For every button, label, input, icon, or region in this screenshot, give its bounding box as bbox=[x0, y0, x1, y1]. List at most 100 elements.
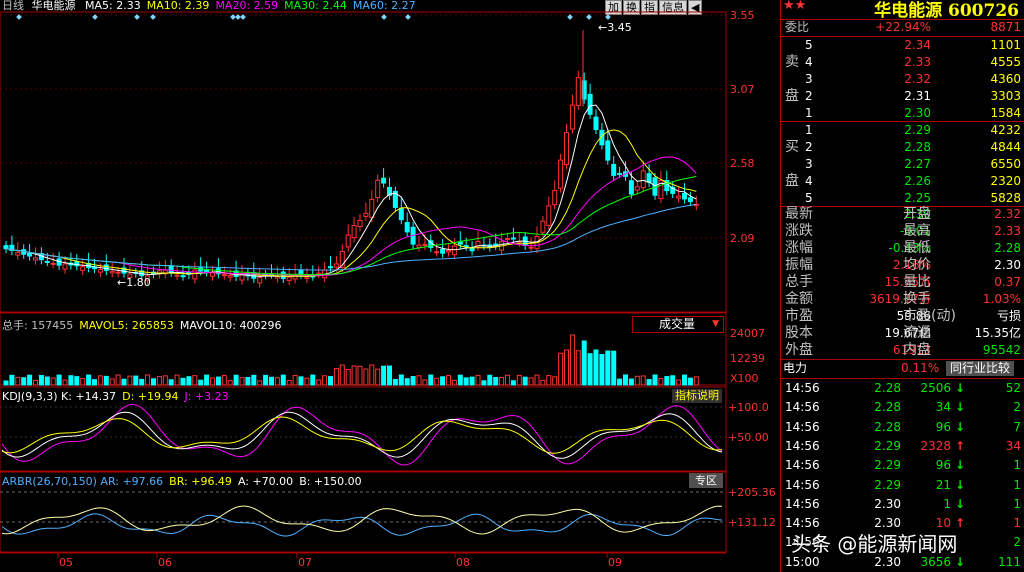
arrow-down-icon: ↓ bbox=[955, 477, 966, 492]
volume-bar bbox=[115, 374, 121, 386]
volume-bar bbox=[593, 349, 599, 386]
volume-bar bbox=[558, 352, 564, 386]
candle-body bbox=[634, 186, 640, 191]
volume-bar bbox=[286, 379, 292, 386]
bid-price: 2.26 bbox=[904, 174, 931, 188]
tick-count: 34 bbox=[1005, 438, 1021, 453]
volume-bar bbox=[416, 375, 422, 386]
bid-price: 2.25 bbox=[904, 191, 931, 205]
tick-count: 7 bbox=[1013, 419, 1021, 434]
volume-bar bbox=[97, 375, 103, 386]
month-label: 06 bbox=[158, 556, 172, 569]
bid-volume: 4844 bbox=[990, 140, 1021, 154]
ask-volume: 4360 bbox=[990, 72, 1021, 86]
candle-body bbox=[687, 197, 693, 203]
candle-body bbox=[640, 170, 646, 189]
volume-bar bbox=[587, 353, 593, 386]
stat-label: 开盘 bbox=[903, 206, 931, 222]
bid-level-row: 1 2.29 4232 bbox=[781, 122, 1024, 139]
volume-bar bbox=[180, 377, 186, 386]
month-label: 07 bbox=[298, 556, 312, 569]
candle-body bbox=[404, 222, 410, 233]
candle-body bbox=[15, 251, 21, 256]
candle-body bbox=[587, 93, 593, 115]
price-axis-label: 3.55 bbox=[730, 9, 755, 22]
candlesticks bbox=[3, 30, 699, 288]
candle-body bbox=[168, 265, 174, 273]
ask-price: 2.30 bbox=[904, 106, 931, 120]
candle-body bbox=[304, 276, 310, 279]
bid-level-number: 2 bbox=[805, 140, 813, 154]
ask-volume: 1101 bbox=[990, 38, 1021, 52]
volume-bar bbox=[469, 376, 475, 386]
weibi-row: 委比 +22.94% 8871 bbox=[781, 19, 1024, 36]
volume-bar bbox=[505, 374, 510, 386]
tick-time: 14:56 bbox=[785, 458, 820, 473]
zone-button[interactable]: 专区 bbox=[689, 473, 723, 488]
candle-body bbox=[434, 251, 440, 254]
stat-label: 总手 bbox=[785, 274, 813, 290]
kdj-legend-item: J: +3.23 bbox=[184, 390, 229, 403]
volume-bar bbox=[487, 374, 493, 386]
volume-bar bbox=[186, 376, 192, 386]
bid-volume: 2320 bbox=[990, 174, 1021, 188]
volume-bar bbox=[634, 375, 640, 386]
bid-volume: 5828 bbox=[990, 191, 1021, 205]
volume-bar bbox=[481, 380, 487, 386]
volume-bar bbox=[617, 378, 623, 386]
volume-bar bbox=[280, 374, 286, 386]
volume-bar bbox=[27, 374, 33, 386]
volume-bar bbox=[646, 379, 652, 386]
volume-bar bbox=[62, 379, 68, 386]
candle-body bbox=[257, 277, 263, 284]
kline-chart-panel[interactable]: 日线 华电能源 MA5: 2.33 MA10: 2.39 MA20: 2.59 MA3… bbox=[0, 0, 780, 572]
candle-body bbox=[298, 269, 304, 275]
volume-bar bbox=[375, 368, 381, 386]
volume-bar bbox=[658, 378, 664, 386]
candle-body bbox=[115, 271, 121, 274]
industry-compare-button[interactable]: 同行业比较 bbox=[946, 361, 1015, 376]
stat-label: 内盘 bbox=[903, 342, 931, 358]
stat-label: 市盈(动) bbox=[903, 308, 956, 324]
watermark: 头条 @能源新闻网 bbox=[791, 532, 958, 556]
tick-row: 14:56 2.28 2506 ↓ 52 bbox=[781, 380, 1024, 397]
ask-volume: 4555 bbox=[990, 55, 1021, 69]
stat-label: 市盈 bbox=[785, 308, 813, 324]
volume-axis-label: X100 bbox=[730, 372, 759, 385]
tick-price: 2.30 bbox=[874, 496, 901, 511]
volume-bar bbox=[227, 380, 233, 386]
volume-bar bbox=[38, 374, 44, 386]
candle-body bbox=[611, 163, 617, 176]
bid-level-number: 1 bbox=[805, 123, 813, 137]
tick-count: 1 bbox=[1013, 516, 1021, 531]
bid-volume: 6550 bbox=[990, 157, 1021, 171]
volume-bar bbox=[139, 378, 145, 386]
volume-bar bbox=[422, 379, 428, 386]
volume-bar bbox=[304, 377, 310, 386]
volume-bar bbox=[174, 374, 180, 386]
volume-bar bbox=[322, 375, 328, 386]
volume-bar bbox=[434, 377, 440, 386]
volume-bar bbox=[687, 377, 693, 386]
kdj-k-line bbox=[1, 411, 723, 459]
volume-dropdown[interactable]: 成交量 ▼ bbox=[632, 316, 724, 333]
candle-body bbox=[422, 243, 428, 246]
indicator-help-button[interactable]: 指标说明 bbox=[672, 389, 722, 403]
candle-body bbox=[558, 159, 564, 189]
tick-price: 2.29 bbox=[874, 458, 901, 473]
volume-bar bbox=[44, 376, 50, 386]
price-axis-label: 2.09 bbox=[730, 232, 755, 245]
arrow-down-icon: ↓ bbox=[955, 496, 966, 511]
tick-row: 14:56 2.30 1 ↓ 1 bbox=[781, 496, 1024, 513]
volume-bar bbox=[239, 377, 245, 386]
stat-row: 外盘 61913 内盘 95542 bbox=[781, 342, 1024, 359]
volume-bar bbox=[676, 379, 682, 386]
candle-body bbox=[375, 179, 381, 199]
tick-volume: 2506 bbox=[920, 381, 951, 395]
volume-bar bbox=[298, 376, 304, 386]
volume-bar bbox=[357, 365, 363, 386]
arbr-axis-label: +131.12 bbox=[728, 516, 776, 529]
tick-price: 2.28 bbox=[874, 400, 901, 415]
tick-price: 2.28 bbox=[874, 381, 901, 395]
stat-label: 量比 bbox=[903, 274, 931, 290]
